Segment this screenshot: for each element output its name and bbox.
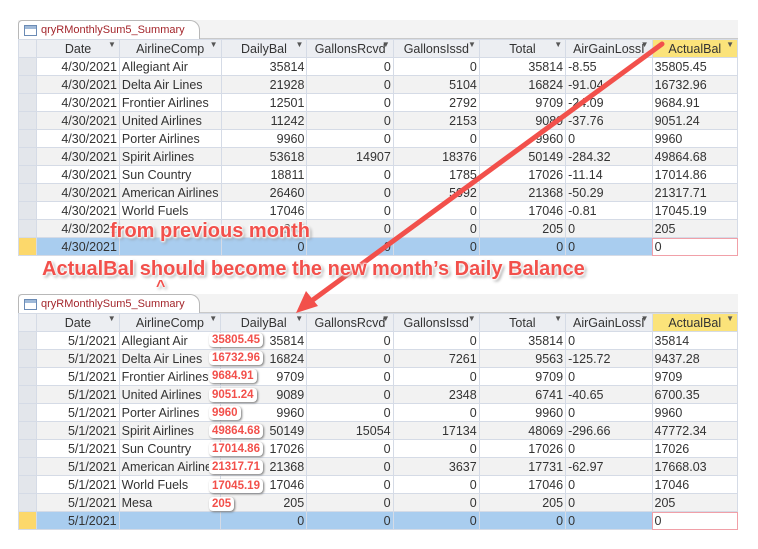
callout-actualbal-value: 9684.91 xyxy=(209,369,257,384)
callout-actualbal-value: 49864.68 xyxy=(209,424,263,438)
annotation-from-previous-month: from previous month xyxy=(110,220,311,242)
callout-actualbal-value: 35805.45 xyxy=(209,333,263,347)
annotation-main: ActualBal should become the new month’s … xyxy=(42,258,585,280)
callout-actualbal-value: 9960 xyxy=(209,405,241,420)
callout-actualbal-value: 205 xyxy=(209,496,235,511)
callout-actualbal-value: 17045.19 xyxy=(209,478,263,493)
callout-actualbal-value: 21317.71 xyxy=(209,460,263,475)
arrowhead-icon xyxy=(296,291,318,313)
callout-actualbal-value: 16732.96 xyxy=(209,351,263,366)
callout-actualbal-value: 17014.86 xyxy=(209,442,263,457)
callout-actualbal-value: 9051.24 xyxy=(209,387,257,402)
annotation-caret: ^ xyxy=(156,278,166,295)
